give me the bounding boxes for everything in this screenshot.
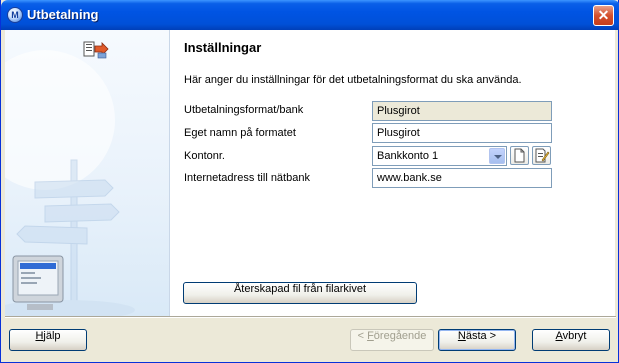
edit-document-icon xyxy=(535,148,550,163)
new-account-button[interactable] xyxy=(510,146,529,165)
cancel-mnemonic: A xyxy=(555,330,563,342)
computer-icon xyxy=(12,255,64,310)
close-button[interactable]: ✕ xyxy=(593,5,614,26)
next-button[interactable]: Nästa > xyxy=(438,329,516,351)
format-label: Utbetalningsformat/bank xyxy=(184,104,304,116)
next-label: ästa > xyxy=(465,330,497,342)
name-label: Eget namn på formatet xyxy=(184,127,296,139)
account-label: Kontonr. xyxy=(184,150,225,162)
account-selected-value: Bankkonto 1 xyxy=(377,150,439,162)
chevron-down-icon[interactable] xyxy=(489,148,505,164)
footer-divider xyxy=(5,316,616,318)
help-button[interactable]: Hjälp xyxy=(9,329,87,351)
previous-mnemonic: F xyxy=(367,330,374,342)
next-mnemonic: N xyxy=(457,330,466,342)
format-field: Plusgirot xyxy=(372,101,552,121)
bank-url-input[interactable]: www.bank.se xyxy=(372,168,552,188)
app-icon: M xyxy=(7,7,23,23)
page-description: Här anger du inställningar för det utbet… xyxy=(184,74,522,86)
edit-account-button[interactable] xyxy=(532,146,551,165)
help-label: jälp xyxy=(43,330,61,342)
payment-format-icon xyxy=(82,40,110,60)
previous-prefix: < xyxy=(357,330,368,342)
previous-button[interactable]: < Föregående xyxy=(350,329,434,351)
recreate-file-button[interactable]: Återskapad fil från filarkivet xyxy=(183,282,417,304)
cancel-label: vbryt xyxy=(562,330,587,342)
side-illustration xyxy=(5,30,169,316)
url-label: Internetadress till nätbank xyxy=(184,172,310,184)
page-title: Inställningar xyxy=(184,40,262,55)
signpost-computer-illustration xyxy=(5,50,135,316)
title-bar[interactable]: M Utbetalning ✕ xyxy=(1,0,619,30)
previous-label: öregående xyxy=(373,330,427,342)
dialog-window: M Utbetalning ✕ Inställningar Här anger … xyxy=(0,0,619,363)
new-document-icon xyxy=(514,148,525,163)
window-title: Utbetalning xyxy=(27,7,99,22)
account-dropdown[interactable]: Bankkonto 1 xyxy=(372,146,507,166)
cancel-button[interactable]: Avbryt xyxy=(532,329,610,351)
format-name-input[interactable]: Plusgirot xyxy=(372,123,552,143)
